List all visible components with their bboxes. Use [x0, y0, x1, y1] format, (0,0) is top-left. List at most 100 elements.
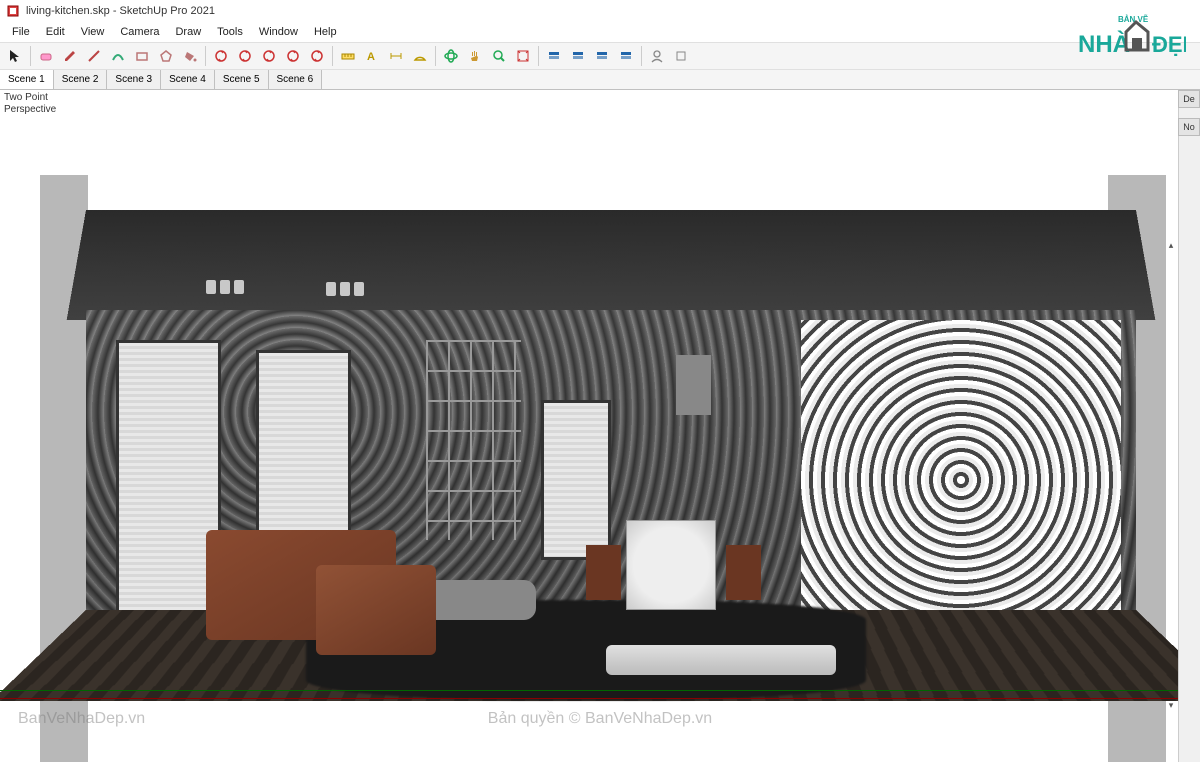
pencil-icon — [62, 48, 78, 64]
camera-mode-line1: Two Point — [4, 92, 56, 104]
move-red-icon — [261, 48, 277, 64]
line-button[interactable] — [83, 45, 105, 67]
ceiling — [67, 210, 1156, 320]
rectangle-icon — [134, 48, 150, 64]
polygon-icon — [158, 48, 174, 64]
tray-tab-notes[interactable]: No — [1178, 118, 1200, 136]
menu-view[interactable]: View — [73, 24, 113, 40]
text-label-icon: A — [364, 48, 380, 64]
scene-tab-5[interactable]: Scene 5 — [215, 70, 269, 89]
paint-bucket-icon — [182, 48, 198, 64]
eraser-icon — [38, 48, 54, 64]
scene-tab-3[interactable]: Scene 3 — [107, 70, 161, 89]
camera-mode-line2: Perspective — [4, 104, 56, 116]
outliner-blue-icon — [570, 48, 586, 64]
section-icon — [309, 48, 325, 64]
bar-chair-1 — [586, 545, 621, 600]
scene-tab-6[interactable]: Scene 6 — [269, 70, 323, 89]
rotate-red-button[interactable] — [210, 45, 232, 67]
range-hood — [676, 355, 711, 415]
zoom-extents-icon — [515, 48, 531, 64]
tray-tab-default[interactable]: De — [1178, 90, 1200, 108]
scene-render — [0, 90, 1200, 762]
svg-text:A: A — [367, 51, 375, 63]
menu-tools[interactable]: Tools — [209, 24, 251, 40]
app-icon — [6, 4, 20, 18]
axis-green — [0, 690, 1200, 691]
viewport-scroll-indicator[interactable]: ▴ ▾ — [1166, 240, 1176, 710]
toolbar-separator — [538, 46, 539, 66]
eraser-button[interactable] — [35, 45, 57, 67]
components-blue-button[interactable] — [591, 45, 613, 67]
outliner-blue-button[interactable] — [567, 45, 589, 67]
menu-file[interactable]: File — [4, 24, 38, 40]
track-light-2 — [326, 282, 336, 296]
room-model — [86, 210, 1136, 730]
orbit-red-button[interactable] — [234, 45, 256, 67]
bar-chair-2 — [726, 545, 761, 600]
scene-tab-4[interactable]: Scene 4 — [161, 70, 215, 89]
cabinet-wall-panel — [801, 320, 1121, 640]
menu-edit[interactable]: Edit — [38, 24, 73, 40]
menu-bar: File Edit View Camera Draw Tools Window … — [0, 22, 1200, 42]
orbit-red-icon — [237, 48, 253, 64]
rectangle-button[interactable] — [131, 45, 153, 67]
viewport[interactable]: Two Point Perspective — [0, 90, 1200, 762]
orbit-button[interactable] — [440, 45, 462, 67]
bookshelf — [426, 340, 521, 540]
menu-window[interactable]: Window — [251, 24, 306, 40]
title-separator: - — [110, 5, 120, 17]
dimension-icon — [388, 48, 404, 64]
scroll-up-icon[interactable]: ▴ — [1166, 240, 1176, 250]
scroll-down-icon[interactable]: ▾ — [1166, 700, 1176, 710]
select-arrow-button[interactable] — [4, 45, 26, 67]
paint-bucket-button[interactable] — [179, 45, 201, 67]
scene-tabs: Scene 1Scene 2Scene 3Scene 4Scene 5Scene… — [0, 70, 1200, 90]
scene-tab-2[interactable]: Scene 2 — [54, 70, 108, 89]
pan-hand-button[interactable] — [464, 45, 486, 67]
menu-draw[interactable]: Draw — [167, 24, 209, 40]
arc-button[interactable] — [107, 45, 129, 67]
menu-help[interactable]: Help — [306, 24, 345, 40]
svg-text:NHÀ: NHÀ — [1078, 30, 1130, 58]
title-bar: living-kitchen.skp - SketchUp Pro 2021 — [0, 0, 1200, 22]
zoom-button[interactable] — [488, 45, 510, 67]
section-button[interactable] — [306, 45, 328, 67]
toolbar-separator — [332, 46, 333, 66]
user-account-icon — [649, 48, 665, 64]
move-red-button[interactable] — [258, 45, 280, 67]
track-light-1 — [206, 280, 216, 294]
extension-icon — [673, 48, 689, 64]
coffee-table — [606, 645, 836, 675]
kitchen-island — [626, 520, 716, 610]
line-icon — [86, 48, 102, 64]
zoom-extents-button[interactable] — [512, 45, 534, 67]
scene-tab-1[interactable]: Scene 1 — [0, 70, 54, 89]
layer-blue-button[interactable] — [543, 45, 565, 67]
zoom-icon — [491, 48, 507, 64]
components-blue-icon — [594, 48, 610, 64]
scale-red-button[interactable] — [282, 45, 304, 67]
title-filename: living-kitchen.skp — [26, 5, 110, 17]
text-label-button[interactable]: A — [361, 45, 383, 67]
viewport-area: Two Point Perspective — [0, 90, 1200, 762]
tape-measure-button[interactable] — [337, 45, 359, 67]
protractor-button[interactable] — [409, 45, 431, 67]
axis-red — [0, 698, 1200, 699]
styles-blue-button[interactable] — [615, 45, 637, 67]
user-account-button[interactable] — [646, 45, 668, 67]
pencil-button[interactable] — [59, 45, 81, 67]
camera-mode-label: Two Point Perspective — [4, 92, 56, 116]
pan-hand-icon — [467, 48, 483, 64]
window-kitchen — [541, 400, 611, 560]
tape-measure-icon — [340, 48, 356, 64]
brand-logo: BẢN VẼ NHÀ ĐẸP — [1076, 10, 1186, 60]
dimension-button[interactable] — [385, 45, 407, 67]
menu-camera[interactable]: Camera — [112, 24, 167, 40]
polygon-button[interactable] — [155, 45, 177, 67]
arc-icon — [110, 48, 126, 64]
toolbar-separator — [205, 46, 206, 66]
sofa-side — [316, 565, 436, 655]
extension-button[interactable] — [670, 45, 692, 67]
toolbar-separator — [435, 46, 436, 66]
